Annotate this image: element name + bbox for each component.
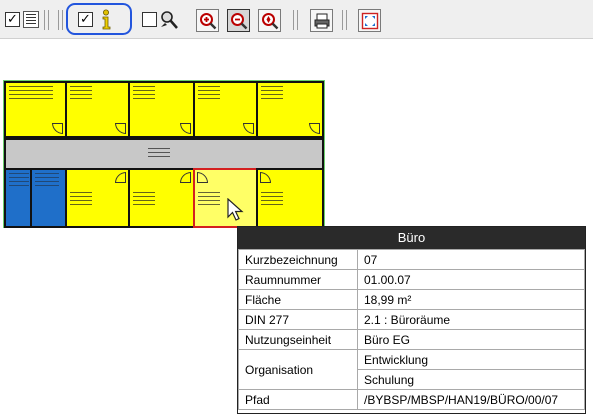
- toolbar-separator: [58, 10, 63, 30]
- row-value: /BYBSP/MBSP/HAN19/BÜRO/00/07: [357, 389, 585, 410]
- mouse-cursor-icon: [227, 198, 244, 221]
- fit-screen-icon: [361, 12, 378, 29]
- room[interactable]: [65, 81, 130, 138]
- pick-tool-icon[interactable]: [158, 9, 180, 31]
- table-row: Organisation Entwicklung: [238, 349, 585, 390]
- zoom-out-icon: [230, 12, 247, 29]
- info-icon[interactable]: [99, 9, 113, 31]
- row-value: Entwicklung: [357, 349, 585, 370]
- room-info-table: Kurzbezeichnung 07 Raumnummer 01.00.07 F…: [238, 249, 585, 410]
- room[interactable]: [128, 81, 195, 138]
- room[interactable]: [256, 81, 324, 138]
- toolbar: ✓ ✓: [0, 0, 593, 39]
- info-checkbox[interactable]: ✓: [78, 12, 93, 27]
- popup-title: Büro: [238, 227, 585, 249]
- print-icon: [314, 13, 329, 28]
- room[interactable]: [193, 81, 258, 138]
- legend-checkbox[interactable]: ✓: [5, 12, 20, 27]
- corridor[interactable]: [4, 138, 324, 170]
- legend-list-icon[interactable]: [23, 11, 39, 28]
- row-key: Nutzungseinheit: [238, 329, 358, 350]
- row-key: Fläche: [238, 289, 358, 310]
- row-value: Büro EG: [357, 329, 585, 350]
- table-row: DIN 277 2.1 : Büroräume: [238, 309, 585, 330]
- toolbar-separator: [342, 10, 347, 30]
- zoom-in-button[interactable]: [196, 9, 219, 32]
- row-key: Pfad: [238, 389, 358, 410]
- row-key: Kurzbezeichnung: [238, 249, 358, 270]
- row-key: Organisation: [238, 349, 358, 390]
- row-value: 07: [357, 249, 585, 270]
- row-value: Schulung: [357, 369, 585, 390]
- room[interactable]: [256, 168, 324, 228]
- table-row: Pfad /BYBSP/MBSP/HAN19/BÜRO/00/07: [238, 389, 585, 410]
- toolbar-separator: [44, 10, 49, 30]
- row-value: 01.00.07: [357, 269, 585, 290]
- table-row: Kurzbezeichnung 07: [238, 249, 585, 270]
- room[interactable]: [65, 168, 130, 228]
- table-row: Raumnummer 01.00.07: [238, 269, 585, 290]
- pick-tool-checkbox[interactable]: [142, 12, 157, 27]
- row-value: 18,99 m²: [357, 289, 585, 310]
- room[interactable]: [128, 168, 195, 228]
- room-info-popup: Büro Kurzbezeichnung 07 Raumnummer 01.00…: [237, 226, 586, 414]
- zoom-in-icon: [199, 12, 216, 29]
- room[interactable]: [4, 81, 67, 138]
- zoom-extent-icon: [261, 12, 278, 29]
- floor-plan[interactable]: [3, 80, 325, 228]
- room-blue[interactable]: [4, 168, 32, 228]
- table-row: Fläche 18,99 m²: [238, 289, 585, 310]
- row-value: 2.1 : Büroräume: [357, 309, 585, 330]
- row-key: Raumnummer: [238, 269, 358, 290]
- toolbar-separator: [293, 10, 298, 30]
- zoom-out-button[interactable]: [227, 9, 250, 32]
- table-row: Nutzungseinheit Büro EG: [238, 329, 585, 350]
- row-key: DIN 277: [238, 309, 358, 330]
- fit-screen-button[interactable]: [358, 9, 381, 32]
- zoom-extent-button[interactable]: [258, 9, 281, 32]
- room-blue[interactable]: [30, 168, 67, 228]
- print-button[interactable]: [310, 9, 333, 32]
